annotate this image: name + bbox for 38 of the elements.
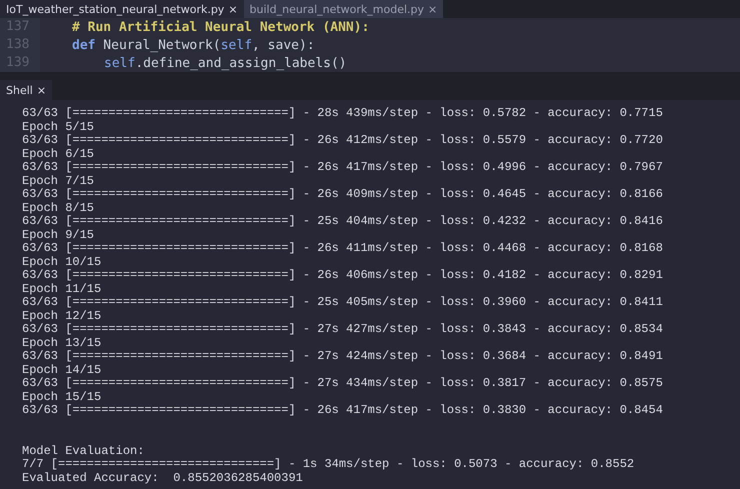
output-line: 63/63 [==============================] - 27s 434ms/step - loss: 0.3817 - accuracy: 0.8575 (22, 377, 663, 390)
editor-tab[interactable]: IoT_weather_station_neural_network.py × (0, 0, 244, 18)
code-line: # Run Artificial Neural Network (ANN): (71, 20, 370, 34)
output-line: Epoch 14/15 (22, 364, 102, 377)
output-line: Epoch 7/15 (22, 174, 94, 188)
output-line: 63/63 [==============================] - 26s 417ms/step - loss: 0.3830 - accuracy: 0.8454 (22, 404, 663, 418)
output-line: Epoch 13/15 (22, 336, 102, 350)
output-line: 7/7 [==============================] - 1s 34ms/step - loss: 0.5073 - accuracy: 0.8552 (22, 458, 634, 472)
tab-label: build_neural_network_model.py (250, 2, 424, 16)
output-line: 63/63 [==============================] - 26s 406ms/step - loss: 0.4182 - accuracy: 0.8291 (22, 269, 663, 282)
output-line: Epoch 9/15 (22, 228, 94, 242)
output-line: 63/63 [==============================] - 27s 427ms/step - loss: 0.3843 - accuracy: 0.8534 (22, 323, 663, 336)
output-line: Epoch 11/15 (22, 282, 102, 296)
output-line: Epoch 15/15 (22, 390, 102, 404)
output-line: Epoch 10/15 (22, 256, 102, 269)
output-line: 63/63 [==============================] - 27s 424ms/step - loss: 0.3684 - accuracy: 0.8491 (22, 350, 663, 364)
output-line: Evaluated Accuracy: 0.8552036285400391 (22, 472, 303, 485)
tab-label: Shell (6, 84, 33, 96)
close-icon[interactable]: × (228, 2, 238, 16)
output-line: 63/63 [==============================] - 26s 412ms/step - loss: 0.5579 - accuracy: 0.7720 (22, 134, 663, 148)
output-line: 63/63 [==============================] - 26s 417ms/step - loss: 0.4996 - accuracy: 0.7967 (22, 161, 663, 174)
output-line: Model Evaluation: (22, 444, 144, 458)
code-line: def Neural_Network(self, save): (71, 38, 315, 52)
output-line: Epoch 12/15 (22, 310, 102, 323)
shell-tab[interactable]: Shell × (0, 80, 52, 100)
output-line: Epoch 8/15 (22, 202, 94, 215)
output-line: 63/63 [==============================] - 26s 411ms/step - loss: 0.4468 - accuracy: 0.8168 (22, 242, 663, 256)
code-line: self.define_and_assign_labels() (103, 56, 347, 70)
tab-label: IoT_weather_station_neural_network.py (6, 2, 224, 16)
close-icon[interactable]: × (36, 84, 46, 96)
output-line: 63/63 [==============================] - 25s 405ms/step - loss: 0.3960 - accuracy: 0.8411 (22, 296, 663, 310)
output-line: 63/63 [==============================] - 25s 404ms/step - loss: 0.4232 - accuracy: 0.8416 (22, 215, 663, 228)
editor-tab[interactable]: build_neural_network_model.py × (244, 0, 444, 18)
output-line: 63/63 [==============================] - 26s 409ms/step - loss: 0.4645 - accuracy: 0.8166 (22, 188, 663, 202)
output-line: Epoch 5/15 (22, 120, 94, 134)
close-icon[interactable]: × (428, 2, 438, 16)
output-line: Epoch 6/15 (22, 148, 94, 161)
output-line: 63/63 [==============================] - 28s 439ms/step - loss: 0.5782 - accuracy: 0.7715 (22, 107, 663, 120)
